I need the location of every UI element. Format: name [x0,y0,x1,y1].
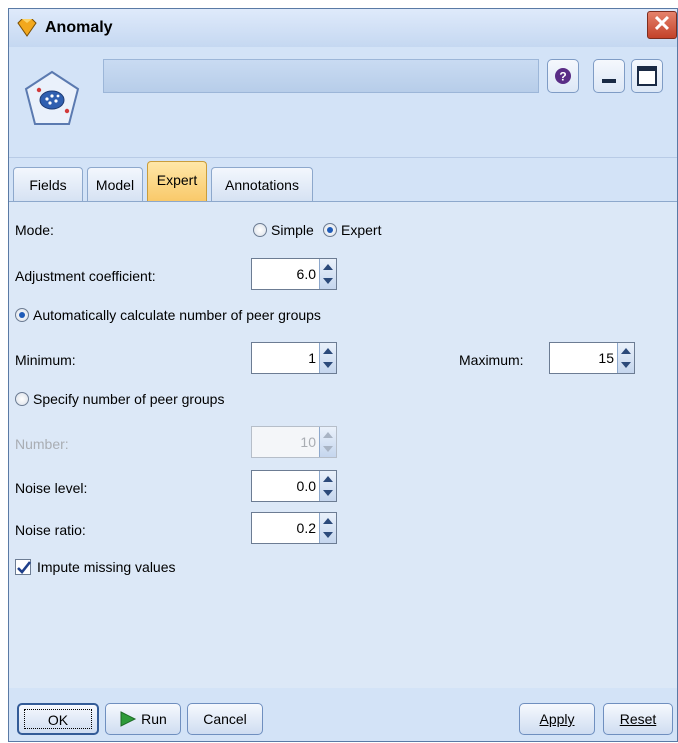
mode-expert-radio[interactable] [323,223,337,237]
run-button-label: Run [141,711,167,727]
dialog-footer: OK Run Cancel Apply Reset [9,687,677,743]
window-title: Anomaly [45,19,113,36]
noise-level-label: Noise level: [15,480,88,496]
spinner-arrows-icon[interactable] [617,343,634,373]
number-spinner: 10 [251,426,337,458]
mode-expert-label[interactable]: Expert [341,222,381,238]
auto-peer-groups-radio[interactable] [15,308,29,322]
maximum-spinner[interactable]: 15 [549,342,635,374]
maximum-value[interactable]: 15 [598,350,614,366]
help-icon: ? [555,68,571,84]
close-button[interactable]: ✕ [647,11,677,39]
title-bar[interactable]: Anomaly ✕ [9,9,677,48]
run-button[interactable]: Run [105,703,181,735]
close-icon: ✕ [652,11,672,36]
specify-peer-groups-radio[interactable] [15,392,29,406]
tab-expert[interactable]: Expert [147,161,207,201]
spinner-arrows-icon[interactable] [319,343,336,373]
minimum-spinner[interactable]: 1 [251,342,337,374]
node-name-field[interactable] [103,59,539,93]
mode-simple-radio[interactable] [253,223,267,237]
cancel-button[interactable]: Cancel [187,703,263,735]
anomaly-dialog: Anomaly ✕ ? Fields Model Expert Annotati… [8,8,678,742]
run-icon [120,711,137,727]
checkmark-icon [17,561,32,574]
noise-ratio-value[interactable]: 0.2 [297,520,316,536]
maximize-button[interactable] [631,59,663,93]
noise-level-spinner[interactable]: 0.0 [251,470,337,502]
expert-panel: Mode: Simple Expert Adjustment coefficie… [9,201,677,688]
impute-missing-values-checkbox[interactable] [15,559,32,575]
tab-strip: Fields Model Expert Annotations [9,157,677,201]
specify-peer-groups-label[interactable]: Specify number of peer groups [33,391,224,407]
mode-label: Mode: [15,222,54,238]
apply-button-label: Apply [539,711,575,727]
node-header: ? [9,47,677,158]
ok-button[interactable]: OK [17,703,99,735]
spinner-arrows-icon[interactable] [319,513,336,543]
minimize-icon [602,79,616,83]
maximize-icon [637,66,657,86]
noise-level-value[interactable]: 0.0 [297,478,316,494]
app-diamond-icon [17,18,37,40]
svg-text:?: ? [559,70,566,84]
focus-ring [24,709,92,729]
apply-button[interactable]: Apply [519,703,595,735]
auto-peer-groups-label[interactable]: Automatically calculate number of peer g… [33,307,321,323]
number-label: Number: [15,436,69,452]
tab-fields[interactable]: Fields [13,167,83,201]
maximum-label: Maximum: [459,352,524,368]
spinner-arrows-icon[interactable] [319,471,336,501]
noise-ratio-label: Noise ratio: [15,522,86,538]
help-button[interactable]: ? [547,59,579,93]
reset-button[interactable]: Reset [603,703,673,735]
node-icon [23,69,81,129]
spinner-arrows-icon [319,427,336,457]
minimize-button[interactable] [593,59,625,93]
reset-button-label: Reset [619,711,657,727]
impute-missing-values-label[interactable]: Impute missing values [37,559,176,575]
spinner-arrows-icon[interactable] [319,259,336,289]
adjustment-coefficient-spinner[interactable]: 6.0 [251,258,337,290]
adjustment-coefficient-value[interactable]: 6.0 [297,266,316,282]
mode-simple-label[interactable]: Simple [271,222,314,238]
number-value: 10 [300,434,316,450]
adjustment-coefficient-label: Adjustment coefficient: [15,268,156,284]
tab-annotations[interactable]: Annotations [211,167,313,201]
noise-ratio-spinner[interactable]: 0.2 [251,512,337,544]
tab-model[interactable]: Model [87,167,143,201]
minimum-label: Minimum: [15,352,76,368]
minimum-value[interactable]: 1 [308,350,316,366]
